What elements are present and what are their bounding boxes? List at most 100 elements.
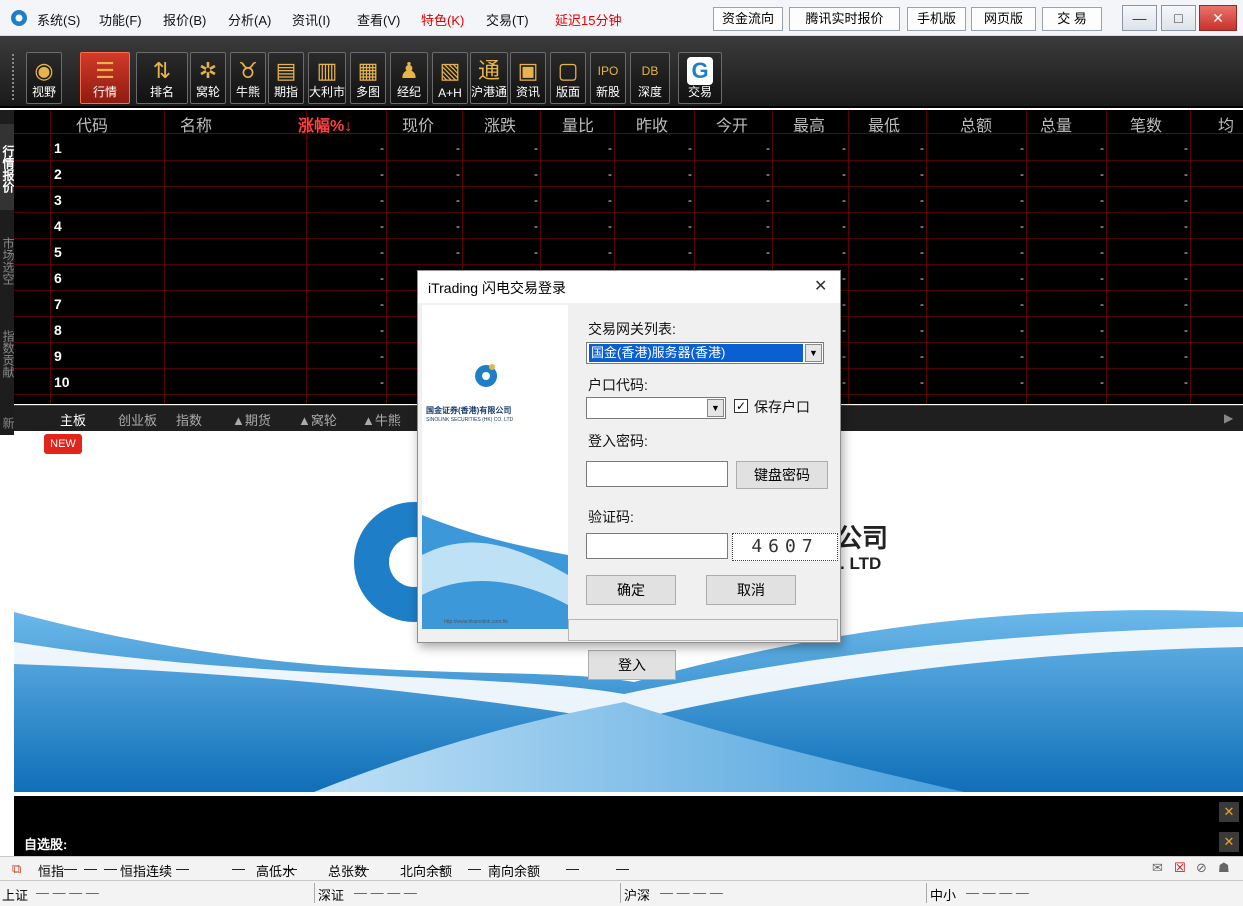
row-number: 1: [54, 140, 62, 156]
fund-flow-button[interactable]: 资金流向: [713, 7, 783, 31]
toolbar-sort-button[interactable]: ⇅ 排名: [136, 52, 188, 104]
mail-icon[interactable]: ✉: [1152, 860, 1163, 876]
close-watchlist-icon[interactable]: ✕: [1219, 832, 1239, 852]
gateway-select[interactable]: 国金(香港)服务器(香港) ▼: [586, 342, 824, 364]
menu-news[interactable]: 资讯(I): [292, 10, 330, 29]
status-item: —: [432, 861, 445, 876]
cell-value: -: [766, 193, 770, 207]
vtab-market[interactable]: 市场选空: [0, 214, 15, 300]
tab-main-board[interactable]: 主板: [60, 410, 86, 429]
menu-function[interactable]: 功能(F): [99, 10, 142, 29]
column-header[interactable]: 总量: [1040, 112, 1072, 136]
brand-website[interactable]: http://www.hksinolink.com.hk: [444, 619, 508, 625]
login-button[interactable]: 登入: [588, 650, 676, 680]
dialog-title: iTrading 闪电交易登录: [428, 280, 566, 296]
cell-value: -: [380, 297, 384, 311]
column-header[interactable]: 代码: [76, 112, 108, 136]
column-header[interactable]: 名称: [180, 112, 212, 136]
tab-cbbc[interactable]: ▲牛熊: [362, 410, 401, 429]
menu-quote[interactable]: 报价(B): [163, 10, 206, 29]
column-header[interactable]: 昨收: [636, 112, 668, 136]
cell-value: -: [1020, 193, 1024, 207]
column-header[interactable]: 总额: [960, 112, 992, 136]
menu-system[interactable]: 系统(S): [37, 10, 80, 29]
cell-value: -: [842, 193, 846, 207]
status-item: —: [356, 861, 369, 876]
table-row[interactable]: 1: [14, 135, 1243, 161]
column-header[interactable]: 量比: [562, 112, 594, 136]
hk-index-icon[interactable]: ⧉: [12, 861, 21, 877]
toolbar-bull-button[interactable]: ♉ 牛熊: [230, 52, 266, 104]
sme-index-values: — — — —: [966, 885, 1029, 900]
keyboard-password-button[interactable]: 键盘密码: [736, 461, 828, 489]
scroll-right-icon[interactable]: ▶: [1224, 411, 1233, 425]
close-window-button[interactable]: ✕: [1199, 5, 1237, 31]
toolbar-futures-chart-button[interactable]: ▤ 期指: [268, 52, 304, 104]
dialog-close-icon[interactable]: ✕: [814, 276, 827, 296]
column-header[interactable]: 今开: [716, 112, 748, 136]
alert-off-icon[interactable]: ☒: [1174, 860, 1186, 876]
maximize-button[interactable]: □: [1161, 5, 1196, 31]
minimize-button[interactable]: —: [1122, 5, 1157, 31]
table-row[interactable]: 5: [14, 239, 1243, 265]
menu-view[interactable]: 查看(V): [357, 10, 400, 29]
ok-button[interactable]: 确定: [586, 575, 676, 605]
mobile-version-button[interactable]: 手机版: [907, 7, 966, 31]
tab-gem[interactable]: 创业板: [118, 410, 157, 429]
save-account-checkbox[interactable]: ✓: [734, 399, 748, 413]
check-icon[interactable]: ⊘: [1196, 860, 1207, 876]
close-message-icon[interactable]: ✕: [1219, 802, 1239, 822]
captcha-image[interactable]: 4607: [732, 533, 838, 561]
menu-feature[interactable]: 特色(K): [421, 10, 464, 29]
toolbar-gear-button[interactable]: ✲ 窝轮: [190, 52, 226, 104]
cell-value: -: [1020, 141, 1024, 155]
toolbar-depth-button[interactable]: DB 深度: [630, 52, 670, 104]
table-row[interactable]: 2: [14, 161, 1243, 187]
toolbar-broker-button[interactable]: ♟ 经纪: [390, 52, 428, 104]
vtab-new[interactable]: 新: [0, 412, 15, 434]
vtab-quote[interactable]: 行情报价: [0, 124, 15, 210]
column-header[interactable]: 均: [1218, 112, 1234, 136]
dialog-titlebar[interactable]: iTrading 闪电交易登录 ✕: [418, 271, 840, 303]
toolbar-trade-logo-button[interactable]: G 交易: [678, 52, 722, 104]
cell-value: -: [1100, 297, 1104, 311]
column-header[interactable]: 现价: [402, 112, 434, 136]
cell-value: -: [688, 193, 692, 207]
status-item: 恒指连续: [120, 864, 173, 879]
toolbar-multi-chart-button[interactable]: ▦ 多图: [350, 52, 386, 104]
chevron-down-icon[interactable]: ▼: [707, 399, 724, 417]
tab-index[interactable]: 指数: [176, 410, 202, 429]
trade-button[interactable]: 交 易: [1042, 7, 1102, 31]
toolbar-layout-button[interactable]: ▢ 版面: [550, 52, 586, 104]
cell-value: -: [380, 245, 384, 259]
menu-analysis[interactable]: 分析(A): [228, 10, 271, 29]
cell-value: -: [608, 141, 612, 155]
account-combobox[interactable]: ▼: [586, 397, 726, 419]
user-icon[interactable]: ☗: [1218, 860, 1230, 876]
table-row[interactable]: 4: [14, 213, 1243, 239]
toolbar-list-button[interactable]: ☰ 行情: [80, 52, 130, 104]
vtab-index-contribution[interactable]: 指数贡献: [0, 306, 15, 392]
toolbar-grip[interactable]: [12, 54, 16, 100]
menu-trade[interactable]: 交易(T): [486, 10, 529, 29]
toolbar-connect-button[interactable]: 通沪港通: [470, 52, 508, 104]
password-field[interactable]: [586, 461, 728, 487]
tab-warrants[interactable]: ▲窝轮: [298, 410, 337, 429]
column-header[interactable]: 笔数: [1130, 112, 1162, 136]
toolbar-ah-chart-button[interactable]: ▧ A+H: [432, 52, 468, 104]
column-header[interactable]: 最低: [868, 112, 900, 136]
column-header[interactable]: 最高: [793, 112, 825, 136]
web-version-button[interactable]: 网页版: [971, 7, 1036, 31]
tab-futures[interactable]: ▲期货: [232, 410, 271, 429]
table-row[interactable]: 3: [14, 187, 1243, 213]
cancel-button[interactable]: 取消: [706, 575, 796, 605]
toolbar-news-button[interactable]: ▣ 资讯: [510, 52, 546, 104]
toolbar-ipo-button[interactable]: IPO 新股: [590, 52, 626, 104]
toolbar-market-chart-button[interactable]: ▥ 大利市: [308, 52, 346, 104]
toolbar-eye-button[interactable]: ◉ 视野: [26, 52, 62, 104]
column-header[interactable]: 涨跌: [484, 112, 516, 136]
chevron-down-icon[interactable]: ▼: [805, 344, 822, 362]
tencent-quote-button[interactable]: 腾讯实时报价: [789, 7, 900, 31]
captcha-field[interactable]: [586, 533, 728, 559]
cell-value: -: [1184, 141, 1188, 155]
